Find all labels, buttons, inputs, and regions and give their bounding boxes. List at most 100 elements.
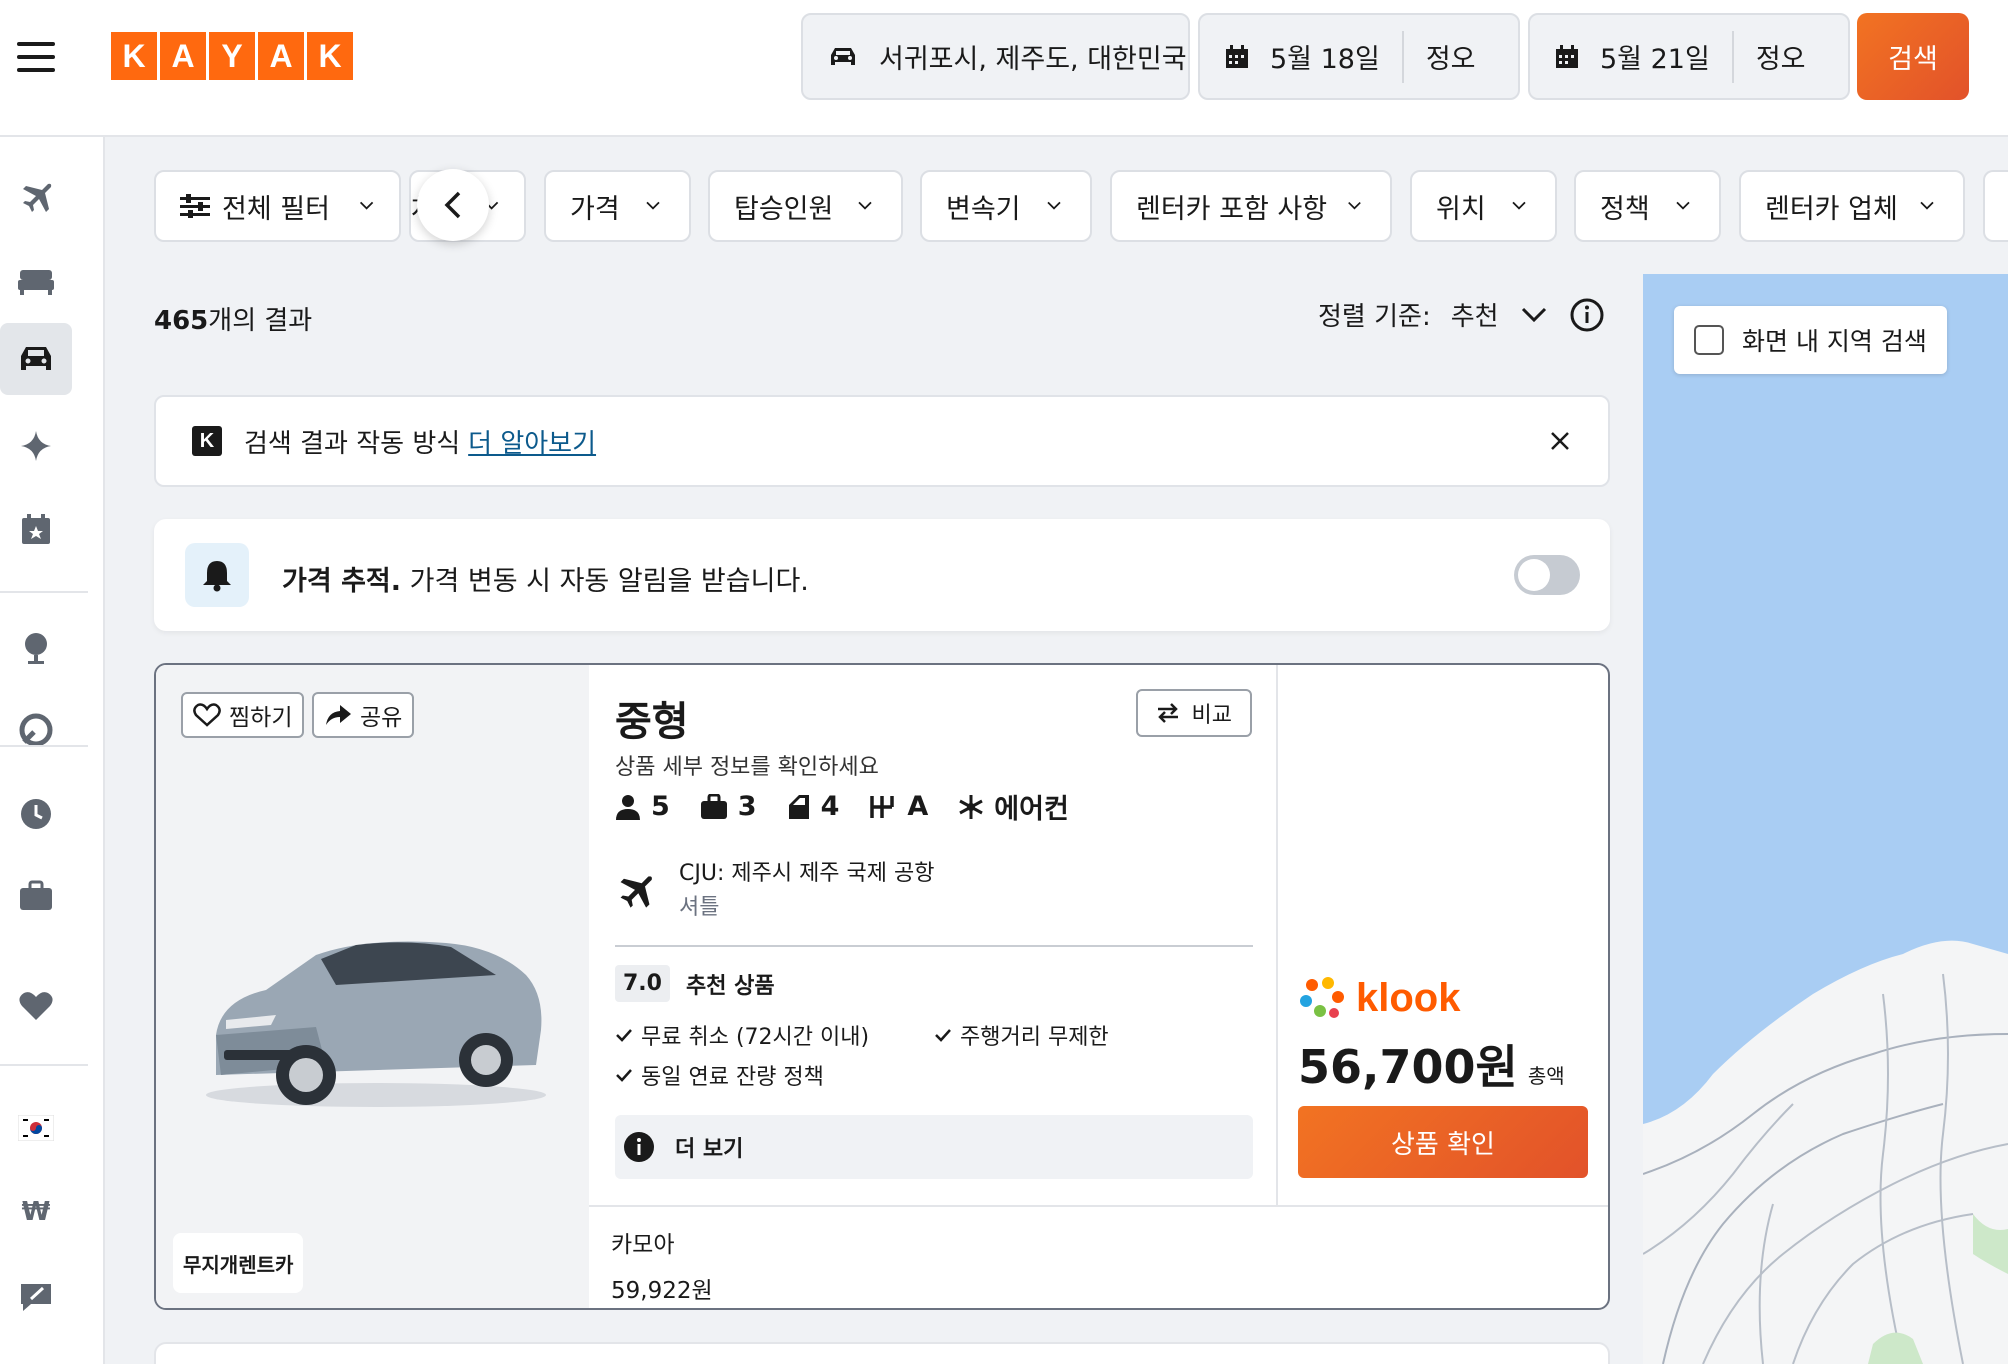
alt-provider-price: 59,922원 bbox=[611, 1278, 713, 1304]
feature-item: 주행거리 무제한 bbox=[934, 1019, 1109, 1051]
search-button[interactable]: 검색 bbox=[1857, 13, 1969, 100]
results-count: 465개의 결과 bbox=[154, 300, 312, 337]
calendar-star-icon[interactable] bbox=[0, 493, 72, 565]
card-details: 중형 상품 세부 정보를 확인하세요 비교 5 3 4 A 에어컨 CJU: 제… bbox=[589, 665, 1278, 1205]
car-image bbox=[206, 941, 546, 1107]
info-icon[interactable] bbox=[1569, 297, 1605, 333]
more-label: 더 보기 bbox=[675, 1137, 744, 1162]
close-icon[interactable] bbox=[1548, 429, 1572, 453]
compare-button[interactable]: 비교 bbox=[1135, 689, 1252, 737]
kayak-logo[interactable]: K A Y A K bbox=[111, 32, 353, 80]
korea-flag-icon[interactable] bbox=[0, 1092, 72, 1164]
pickup-type: 셔틀 bbox=[679, 895, 720, 920]
save-button[interactable]: 찜하기 bbox=[181, 692, 305, 738]
globe-icon[interactable] bbox=[0, 612, 72, 684]
search-area-label: 화면 내 지역 검색 bbox=[1742, 327, 1927, 356]
chevron-down-icon bbox=[1521, 307, 1546, 322]
policy-chip[interactable]: 정책 bbox=[1574, 170, 1721, 242]
chip-label: 정책 bbox=[1600, 193, 1650, 225]
pickup-date-field[interactable]: 5월 18일 정오 bbox=[1198, 13, 1520, 100]
clock-icon[interactable] bbox=[0, 778, 72, 850]
divider bbox=[1401, 30, 1404, 83]
heart-icon[interactable] bbox=[0, 970, 72, 1042]
checkbox[interactable] bbox=[1694, 325, 1724, 355]
sort-control[interactable]: 정렬 기준: 추천 bbox=[1318, 296, 1605, 333]
scroll-left-button[interactable] bbox=[417, 169, 489, 241]
location-value: 서귀포시, 제주도, 대한민국 bbox=[879, 44, 1187, 75]
banner-text: 검색 결과 작동 방식 bbox=[244, 428, 461, 459]
price-alert-toggle[interactable] bbox=[1514, 555, 1580, 595]
location-chip[interactable]: 위치 bbox=[1410, 170, 1557, 242]
result-card[interactable]: 찜하기 공유 무지개렌트카 중형 상품 세부 정보를 확인하세요 비교 5 3 … bbox=[154, 663, 1610, 1310]
logo-letter: A bbox=[258, 32, 304, 80]
door-icon bbox=[788, 794, 809, 819]
sparkle-icon[interactable] bbox=[0, 410, 72, 482]
search-area-checkbox[interactable]: 화면 내 지역 검색 bbox=[1674, 306, 1947, 374]
trips-icon[interactable] bbox=[0, 694, 72, 766]
alt-provider-name: 카모아 bbox=[611, 1232, 675, 1258]
calendar-icon bbox=[1226, 44, 1248, 68]
pickup-time[interactable]: 정오 bbox=[1426, 37, 1476, 76]
view-deal-button[interactable]: 상품 확인 bbox=[1298, 1106, 1588, 1178]
feature-label: 무료 취소 (72시간 이내) bbox=[641, 1025, 870, 1050]
chevron-down-icon bbox=[858, 201, 872, 210]
price-value: 56,700원 bbox=[1298, 1040, 1518, 1094]
map-panel[interactable]: 화면 내 지역 검색 bbox=[1643, 274, 2008, 1364]
dropoff-time[interactable]: 정오 bbox=[1756, 37, 1806, 76]
chevron-left-icon bbox=[444, 191, 461, 219]
check-icon bbox=[935, 1029, 951, 1042]
bed-icon[interactable] bbox=[0, 245, 72, 317]
price-chip[interactable]: 가격 bbox=[544, 170, 691, 242]
won-icon[interactable]: ₩ bbox=[0, 1176, 72, 1248]
price-alert-text: 가격 추적. 가격 변동 시 자동 알림을 받습니다. bbox=[282, 559, 809, 598]
car-subtitle: 상품 세부 정보를 확인하세요 bbox=[615, 755, 879, 780]
dropoff-date-field[interactable]: 5월 21일 정오 bbox=[1528, 13, 1850, 100]
divider bbox=[0, 591, 88, 593]
location-field[interactable]: 서귀포시, 제주도, 대한민국 bbox=[801, 13, 1190, 100]
pickup-location: CJU: 제주시 제주 국제 공항 bbox=[679, 861, 935, 886]
share-icon bbox=[326, 705, 351, 725]
more-filters-chip[interactable] bbox=[1983, 170, 2008, 242]
compare-label: 비교 bbox=[1191, 703, 1232, 728]
agency-chip[interactable]: 렌터카 업체 bbox=[1739, 170, 1965, 242]
info-filled-icon bbox=[624, 1132, 654, 1162]
alt-provider-row[interactable]: 카모아 59,922원 bbox=[589, 1205, 1608, 1308]
kayak-k-icon: K bbox=[192, 426, 222, 456]
share-button[interactable]: 공유 bbox=[312, 692, 415, 738]
chevron-down-icon bbox=[1512, 201, 1526, 210]
check-icon bbox=[616, 1029, 632, 1042]
feature-label: 주행거리 무제한 bbox=[960, 1025, 1109, 1050]
transmission-chip[interactable]: 변속기 bbox=[920, 170, 1092, 242]
doors-value: 4 bbox=[820, 791, 840, 822]
chevron-down-icon bbox=[646, 201, 660, 210]
plane-icon[interactable] bbox=[0, 161, 72, 233]
learn-more-link[interactable]: 더 알아보기 bbox=[468, 423, 596, 460]
person-icon bbox=[616, 794, 640, 820]
passengers-chip[interactable]: 탑승인원 bbox=[708, 170, 903, 242]
price: 56,700원 총액 bbox=[1298, 1031, 1565, 1097]
gear-shift-icon bbox=[870, 795, 895, 818]
divider bbox=[0, 1064, 88, 1066]
car-icon[interactable] bbox=[0, 323, 72, 395]
passengers-value: 5 bbox=[651, 791, 670, 822]
logo-letter: A bbox=[160, 32, 206, 80]
chip-label: 렌터카 포함 사항 bbox=[1136, 193, 1328, 225]
left-sidebar: ₩ bbox=[0, 137, 105, 1364]
chip-label: 렌터카 업체 bbox=[1765, 193, 1898, 225]
included-chip[interactable]: 렌터카 포함 사항 bbox=[1110, 170, 1392, 242]
menu-icon[interactable] bbox=[17, 42, 55, 72]
briefcase-icon[interactable] bbox=[0, 860, 72, 932]
chip-label: 위치 bbox=[1436, 193, 1486, 225]
bags-value: 3 bbox=[737, 791, 757, 822]
spec-doors: 4 bbox=[787, 791, 840, 822]
more-button[interactable]: 더 보기 bbox=[615, 1115, 1253, 1179]
swap-icon bbox=[1157, 703, 1178, 723]
feedback-icon[interactable] bbox=[0, 1261, 72, 1333]
sort-value: 추천 bbox=[1450, 302, 1499, 332]
chip-label: 전체 필터 bbox=[222, 193, 330, 225]
score-badge: 7.0 bbox=[615, 965, 670, 1002]
results-number: 465 bbox=[154, 306, 209, 336]
all-filters-chip[interactable]: 전체 필터 bbox=[154, 170, 401, 242]
next-result-card[interactable] bbox=[154, 1342, 1610, 1364]
dropoff-date: 5월 21일 bbox=[1600, 44, 1710, 75]
